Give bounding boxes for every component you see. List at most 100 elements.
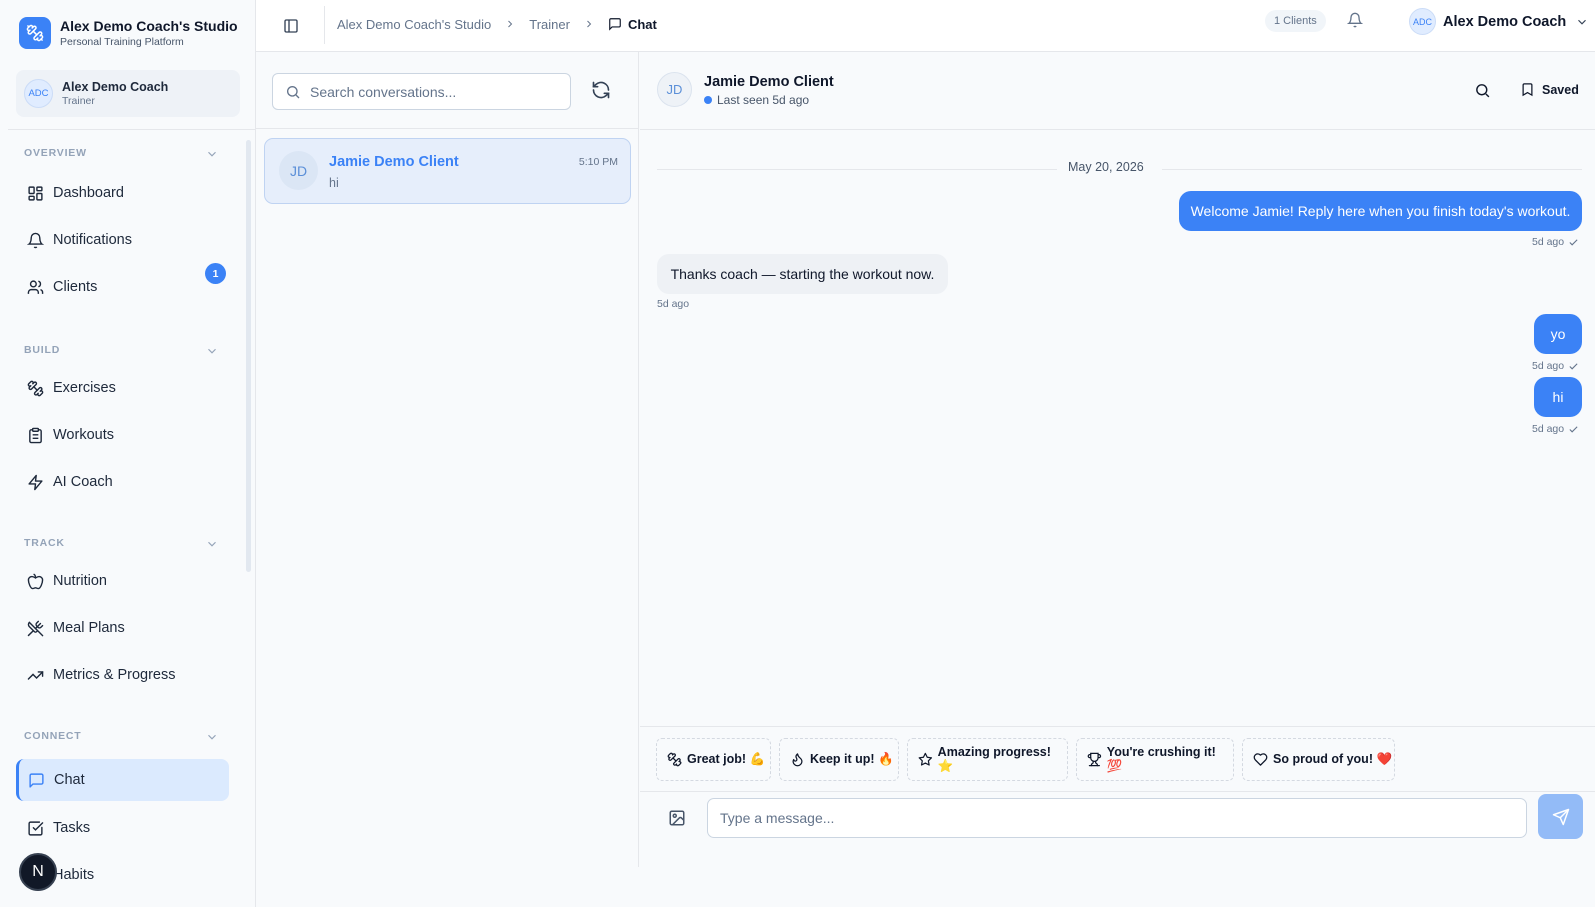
search-messages-button[interactable] xyxy=(1474,82,1491,99)
topbar-divider xyxy=(324,6,325,44)
chat-contact-status: Last seen 5d ago xyxy=(704,93,809,107)
apple-icon xyxy=(27,573,44,589)
chat-contact-name: Jamie Demo Client xyxy=(704,74,834,90)
refresh-icon[interactable] xyxy=(591,80,611,100)
chat-header: JD Jamie Demo Client Last seen 5d ago Sa… xyxy=(640,52,1595,130)
quick-reply-so-proud[interactable]: So proud of you! ❤️ xyxy=(1242,738,1395,781)
message-bubble-outgoing[interactable]: hi xyxy=(1534,377,1582,417)
brand-subtitle: Personal Training Platform xyxy=(60,35,184,48)
send-button[interactable] xyxy=(1538,794,1583,839)
brand-title: Alex Demo Coach's Studio xyxy=(60,17,238,34)
sidebar-item-label: Nutrition xyxy=(53,573,107,589)
message-input[interactable] xyxy=(720,810,1510,826)
sidebar-item-label: Tasks xyxy=(53,820,91,836)
avatar: ADC xyxy=(24,79,53,108)
sidebar-item-label: AI Coach xyxy=(53,474,113,490)
heart-icon xyxy=(1253,753,1268,766)
quick-reply-label: Great job! 💪 xyxy=(687,752,766,766)
clients-count-badge: 1 xyxy=(205,263,226,284)
saved-label: Saved xyxy=(1542,82,1579,97)
floating-action-button[interactable]: N xyxy=(19,853,57,891)
breadcrumb-current: Chat xyxy=(608,17,657,32)
section-overview-label: OVERVIEW xyxy=(24,147,87,159)
check-icon xyxy=(1569,362,1578,370)
section-track-label: TRACK xyxy=(24,537,65,549)
quick-reply-keep-it-up[interactable]: Keep it up! 🔥 xyxy=(779,738,899,781)
sidebar-scrollbar[interactable] xyxy=(246,140,251,572)
last-seen-text: Last seen 5d ago xyxy=(717,93,810,107)
bookmark-icon xyxy=(1522,83,1533,97)
user-card[interactable]: ADC Alex Demo Coach Trainer xyxy=(16,70,240,117)
dashboard-icon xyxy=(28,185,43,201)
message-meta: 5d ago xyxy=(1532,236,1579,248)
date-divider-line xyxy=(1162,169,1582,170)
zap-icon xyxy=(28,474,43,490)
brand[interactable]: Alex Demo Coach's Studio Personal Traini… xyxy=(19,17,238,49)
panel-left-icon xyxy=(284,19,298,33)
sidebar-item-label: Exercises xyxy=(53,380,116,396)
quick-reply-label: So proud of you! ❤️ xyxy=(1273,752,1393,766)
topbar: Alex Demo Coach's Studio Trainer Chat 1 … xyxy=(256,0,1595,52)
trending-up-icon xyxy=(27,670,44,680)
check-icon xyxy=(1569,425,1578,433)
chevron-down-icon[interactable] xyxy=(205,730,219,744)
sidebar-item-ai-coach[interactable]: AI Coach xyxy=(16,461,229,503)
attach-image-button[interactable] xyxy=(668,809,686,827)
conversation-preview: hi xyxy=(329,176,339,190)
dumbbell-icon xyxy=(27,380,44,396)
chevron-right-icon xyxy=(587,20,592,28)
message-meta: 5d ago xyxy=(1532,360,1579,372)
search-conversations-field[interactable] xyxy=(272,73,571,110)
sidebar-item-exercises[interactable]: Exercises xyxy=(16,367,229,409)
avatar: JD xyxy=(657,72,692,107)
chevron-down-icon[interactable] xyxy=(205,537,219,551)
sidebar-item-label: Clients xyxy=(53,279,98,295)
conversation-time: 5:10 PM xyxy=(578,156,618,168)
message-bubble-incoming[interactable]: Thanks coach — starting the workout now. xyxy=(657,254,948,294)
message-time: 5d ago xyxy=(1532,236,1565,248)
message-time: 5d ago xyxy=(657,298,690,310)
message-bubble-outgoing[interactable]: Welcome Jamie! Reply here when you finis… xyxy=(1179,191,1582,231)
conversation-item[interactable]: JD Jamie Demo Client 5:10 PM hi xyxy=(264,138,631,204)
users-icon xyxy=(27,279,44,294)
sidebar-toggle-button[interactable] xyxy=(278,13,304,39)
sidebar-item-tasks[interactable]: Tasks xyxy=(16,807,229,849)
sidebar-item-notifications[interactable]: Notifications xyxy=(16,219,229,261)
sidebar-item-clients[interactable]: Clients xyxy=(16,266,229,308)
user-menu[interactable]: ADC Alex Demo Coach xyxy=(1409,8,1589,35)
notifications-button[interactable] xyxy=(1347,12,1363,28)
sidebar-divider xyxy=(8,129,256,130)
saved-messages-button[interactable]: Saved xyxy=(1520,82,1579,97)
dumbbell-icon xyxy=(667,752,682,767)
send-icon xyxy=(1552,808,1569,825)
trophy-icon xyxy=(1087,752,1102,767)
check-icon xyxy=(1569,238,1578,246)
online-status-dot xyxy=(704,96,712,104)
chevron-down-icon[interactable] xyxy=(205,344,219,358)
sidebar-item-nutrition[interactable]: Nutrition xyxy=(16,560,229,602)
conversation-list-panel: JD Jamie Demo Client 5:10 PM hi xyxy=(256,52,639,867)
chevron-down-icon[interactable] xyxy=(205,147,219,161)
flame-icon xyxy=(792,753,803,767)
section-connect-label: CONNECT xyxy=(24,730,82,742)
sidebar-item-label: Dashboard xyxy=(53,185,124,201)
message-composer[interactable] xyxy=(707,798,1527,838)
sidebar-item-chat[interactable]: Chat xyxy=(16,759,229,801)
sidebar-item-meal-plans[interactable]: Meal Plans xyxy=(16,607,229,649)
sidebar: Alex Demo Coach's Studio Personal Traini… xyxy=(0,0,256,907)
quick-reply-label: Amazing progress! ⭐ xyxy=(937,745,1051,773)
sidebar-item-dashboard[interactable]: Dashboard xyxy=(16,172,229,214)
breadcrumb: Alex Demo Coach's Studio Trainer Chat xyxy=(337,14,657,34)
breadcrumb-trainer[interactable]: Trainer xyxy=(529,17,570,32)
quick-reply-amazing-progress[interactable]: Amazing progress! ⭐ xyxy=(907,738,1068,781)
message-bubble-outgoing[interactable]: yo xyxy=(1534,314,1582,354)
search-input[interactable] xyxy=(310,83,560,100)
quick-reply-great-job[interactable]: Great job! 💪 xyxy=(656,738,771,781)
date-divider-label: May 20, 2026 xyxy=(1068,160,1144,174)
quick-reply-crushing-it[interactable]: You're crushing it! 💯 xyxy=(1076,738,1234,781)
sidebar-item-metrics-progress[interactable]: Metrics & Progress xyxy=(16,654,229,696)
search-icon xyxy=(1476,84,1490,98)
sidebar-item-workouts[interactable]: Workouts xyxy=(16,414,229,456)
breadcrumb-studio[interactable]: Alex Demo Coach's Studio xyxy=(337,17,491,32)
message-time: 5d ago xyxy=(1532,360,1565,372)
